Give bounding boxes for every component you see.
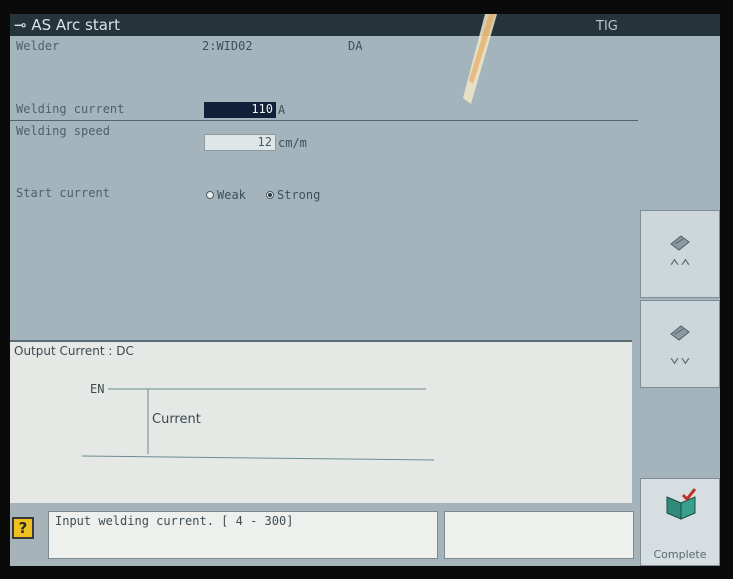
en-label: EN: [90, 382, 105, 396]
welding-speed-unit: cm/m: [278, 136, 307, 150]
scroll-up-icon: [670, 235, 690, 251]
book-check-icon: [666, 488, 697, 520]
current-label: Current: [152, 412, 201, 427]
output-current-diagram: [81, 388, 435, 461]
status-message-box: Input welding current. [ 4 - 300]: [48, 511, 438, 559]
welding-speed-label: Welding speed: [16, 124, 110, 138]
complete-button[interactable]: Complete: [640, 478, 720, 566]
welder-value: 2:WID02: [202, 39, 253, 53]
title-bar: ⊸ AS Arc start TIG: [10, 14, 720, 36]
radio-strong-dot: [266, 191, 274, 199]
start-current-weak-radio[interactable]: Weak: [206, 188, 246, 202]
help-icon[interactable]: ?: [12, 517, 34, 539]
scroll-down-icon: [670, 325, 690, 341]
arc-start-icon: ⊸: [14, 16, 32, 34]
output-current-title: Output Current : DC: [14, 344, 134, 358]
divider: [10, 120, 638, 121]
welder-label: Welder: [16, 39, 60, 53]
status-message: Input welding current. [ 4 - 300]: [55, 514, 294, 528]
process-mode: TIG: [596, 19, 618, 34]
page-up-button[interactable]: ⌃⌃: [640, 210, 720, 298]
status-secondary-box: [444, 511, 634, 559]
complete-label: Complete: [653, 548, 707, 561]
screen: ⊸ AS Arc start TIG Welder 2:WID02 DA Wel…: [10, 14, 720, 566]
double-chevron-down-icon: ⌄⌄: [669, 346, 691, 367]
page-down-button[interactable]: ⌄⌄: [640, 300, 720, 388]
start-current-strong-radio[interactable]: Strong: [266, 188, 320, 202]
radio-weak-dot: [206, 191, 214, 199]
start-current-label: Start current: [16, 186, 110, 200]
welding-current-input[interactable]: 110: [204, 102, 276, 118]
welding-current-unit: A: [278, 103, 286, 117]
base-line: [81, 455, 435, 461]
window-title: ⊸ AS Arc start: [14, 16, 120, 34]
welding-speed-input[interactable]: 12: [204, 134, 276, 151]
output-current-panel: Output Current : DC EN Current: [10, 340, 632, 503]
welder-type: DA: [348, 39, 363, 53]
status-bar: ? Input welding current. [ 4 - 300]: [10, 503, 640, 566]
double-chevron-up-icon: ⌃⌃: [669, 256, 691, 277]
welding-current-label: Welding current: [16, 102, 125, 116]
